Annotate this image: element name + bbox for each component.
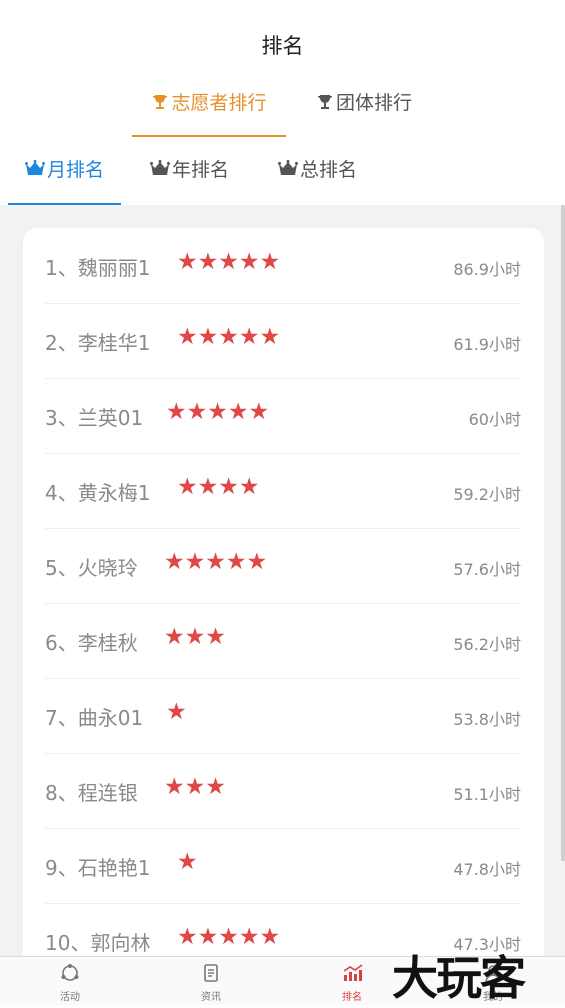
list-item[interactable]: 2、李桂华1 ★★★★★ 61.9小时: [45, 303, 521, 379]
volunteer-hours: 86.9小时: [453, 260, 521, 279]
volunteer-name: 10、郭向林: [45, 931, 151, 955]
trophy-icon: [318, 95, 332, 109]
list-item[interactable]: 1、魏丽丽1 ★★★★★ 86.9小时: [45, 228, 521, 304]
volunteer-name: 5、火晓玲: [45, 556, 138, 580]
list-item[interactable]: 7、曲永01 ★ 53.8小时: [45, 678, 521, 754]
volunteer-hours: 56.2小时: [453, 635, 521, 654]
tabbar-item-news[interactable]: 资讯: [161, 957, 261, 1005]
volunteer-name: 3、兰英01: [45, 406, 144, 430]
list-item[interactable]: 6、李桂秋 ★★★ 56.2小时: [45, 603, 521, 679]
star-rating: ★★★★★: [177, 249, 281, 275]
page-title: 排名: [261, 34, 304, 58]
volunteer-hours: 53.8小时: [453, 710, 521, 729]
star-rating: ★★★: [164, 624, 226, 650]
watermark-logo: 大玩客: [392, 951, 526, 1005]
star-rating: ★: [177, 849, 198, 875]
tabbar-label: 活动: [60, 992, 80, 1003]
volunteer-hours: 61.9小时: [453, 335, 521, 354]
crown-icon: [278, 160, 298, 175]
volunteer-hours: 60小时: [468, 410, 521, 429]
tab-label: 团体排行: [336, 92, 413, 114]
trophy-icon: [153, 95, 168, 109]
star-rating: ★★★★★: [177, 924, 281, 950]
tab-yearly-ranking[interactable]: 年排名: [150, 155, 250, 203]
sub-tabs: 月排名 年排名 总排名: [0, 155, 565, 205]
list-item[interactable]: 8、程连银 ★★★ 51.1小时: [45, 753, 521, 829]
tab-monthly-ranking[interactable]: 月排名: [8, 155, 121, 205]
tabbar-label: 排名: [342, 992, 362, 1003]
star-rating: ★★★★: [177, 474, 260, 500]
volunteer-name: 1、魏丽丽1: [45, 256, 151, 280]
scrollbar[interactable]: [561, 205, 565, 861]
activity-icon: [61, 964, 79, 981]
volunteer-hours: 47.8小时: [453, 860, 521, 879]
star-rating: ★★★: [164, 774, 226, 800]
ranking-chart-icon: [343, 964, 363, 981]
tab-label: 总排名: [300, 159, 358, 181]
news-icon: [204, 964, 218, 982]
tab-volunteer-ranking[interactable]: 志愿者排行: [132, 88, 286, 137]
star-rating: ★★★★★: [166, 399, 270, 425]
volunteer-name: 7、曲永01: [45, 706, 144, 730]
tabbar-item-ranking[interactable]: 排名: [302, 957, 402, 1005]
star-rating: ★★★★★: [177, 324, 281, 350]
star-rating: ★★★★★: [164, 549, 268, 575]
volunteer-hours: 51.1小时: [453, 785, 521, 804]
volunteer-name: 8、程连银: [45, 781, 138, 805]
tab-label: 年排名: [172, 159, 230, 181]
star-rating: ★: [166, 699, 187, 725]
volunteer-hours: 57.6小时: [453, 560, 521, 579]
volunteer-name: 4、黄永梅1: [45, 481, 151, 505]
list-item[interactable]: 4、黄永梅1 ★★★★ 59.2小时: [45, 453, 521, 529]
tab-total-ranking[interactable]: 总排名: [278, 155, 378, 203]
list-item[interactable]: 3、兰英01 ★★★★★ 60小时: [45, 378, 521, 454]
volunteer-name: 9、石艳艳1: [45, 856, 151, 880]
volunteer-hours: 59.2小时: [453, 485, 521, 504]
list-item[interactable]: 9、石艳艳1 ★ 47.8小时: [45, 828, 521, 904]
volunteer-name: 6、李桂秋: [45, 631, 138, 655]
list-item[interactable]: 5、火晓玲 ★★★★★ 57.6小时: [45, 528, 521, 604]
crown-icon: [150, 160, 170, 175]
tab-label: 志愿者排行: [171, 92, 267, 114]
header: 排名 志愿者排行 团体排行 月排名 年排名 总排名: [0, 0, 565, 205]
volunteer-name: 2、李桂华1: [45, 331, 151, 355]
tab-group-ranking[interactable]: 团体排行: [316, 88, 436, 136]
tabbar-label: 资讯: [201, 992, 221, 1003]
crown-icon: [24, 160, 45, 175]
tabbar-item-activity[interactable]: 活动: [20, 957, 120, 1005]
ranking-list: 1、魏丽丽1 ★★★★★ 86.9小时 2、李桂华1 ★★★★★ 61.9小时 …: [23, 228, 544, 988]
top-tabs: 志愿者排行 团体排行: [0, 88, 565, 138]
tab-label: 月排名: [46, 159, 104, 181]
